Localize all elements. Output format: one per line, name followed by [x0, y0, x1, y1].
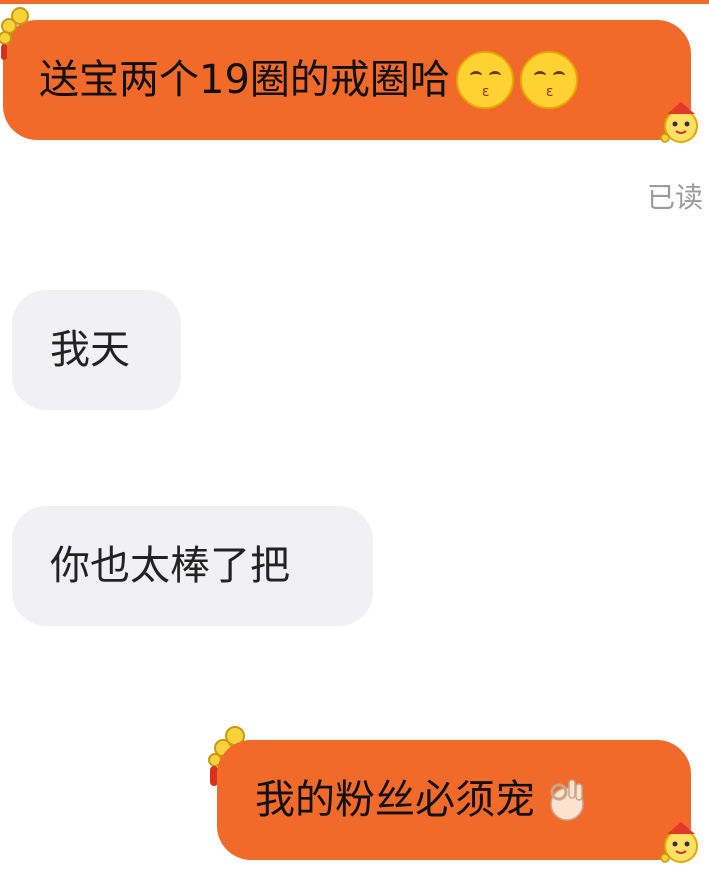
message-text: 送宝两个19圈的戒圈哈 — [39, 57, 450, 103]
outgoing-message-bubble[interactable]: 送宝两个19圈的戒圈哈 ε ε — [3, 20, 691, 140]
message-text: 我的粉丝必须宠 — [255, 777, 535, 823]
incoming-message-bubble[interactable]: 我天 — [12, 290, 181, 410]
outgoing-message-bubble[interactable]: 我的粉丝必须宠 — [217, 740, 691, 860]
message-text: 我天 — [50, 327, 130, 373]
kissing-face-icon: ε — [519, 51, 578, 109]
mascot-sticker-icon — [660, 102, 698, 143]
mascot-sticker-icon — [660, 822, 698, 863]
top-accent-bar — [0, 0, 709, 4]
coin-string-decoration-icon — [0, 7, 29, 60]
ok-hand-icon — [550, 779, 584, 821]
read-status-label: 已读 — [646, 181, 703, 214]
kissing-face-icon: ε — [455, 51, 514, 109]
incoming-message-bubble[interactable]: 你也太棒了把 — [12, 506, 373, 626]
message-text: 你也太棒了把 — [50, 543, 290, 589]
